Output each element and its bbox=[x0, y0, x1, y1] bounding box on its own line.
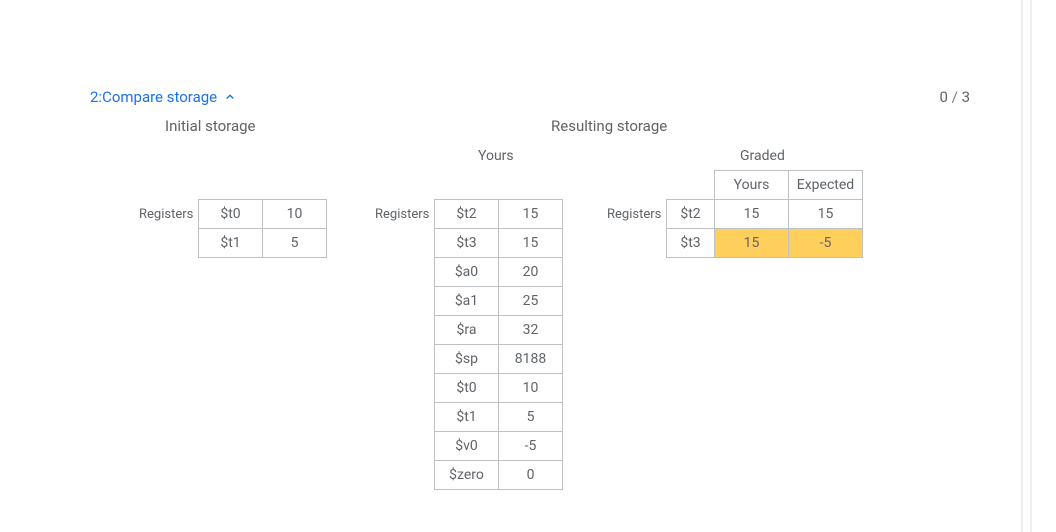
table-row: $t15 bbox=[199, 229, 327, 258]
register-name: $t3 bbox=[435, 229, 499, 258]
graded-registers-table: $t21515$t315-5 bbox=[666, 199, 863, 258]
table-row: $t315-5 bbox=[667, 229, 863, 258]
compare-storage-panel: 2:Compare storage 0 / 3 Initial storage … bbox=[0, 0, 1056, 532]
score-display: 0 / 3 bbox=[939, 88, 970, 106]
register-name: $a1 bbox=[435, 287, 499, 316]
table-row: $a020 bbox=[435, 258, 563, 287]
register-name: $t0 bbox=[199, 200, 263, 229]
register-expected: -5 bbox=[789, 229, 863, 258]
table-row: $sp8188 bbox=[435, 345, 563, 374]
table-row: $t15 bbox=[435, 403, 563, 432]
page-right-rule-1 bbox=[1021, 0, 1023, 532]
subheading-yours: Yours bbox=[478, 148, 514, 164]
register-value: 15 bbox=[499, 229, 563, 258]
register-value: 0 bbox=[499, 461, 563, 490]
register-value: 20 bbox=[499, 258, 563, 287]
register-value: 8188 bbox=[499, 345, 563, 374]
register-name: $t1 bbox=[435, 403, 499, 432]
register-name: $zero bbox=[435, 461, 499, 490]
score-earned: 0 bbox=[939, 88, 947, 106]
table-row: $a125 bbox=[435, 287, 563, 316]
label-registers-yours: Registers bbox=[375, 207, 429, 222]
heading-initial-storage: Initial storage bbox=[165, 117, 255, 135]
table-row: $t010 bbox=[435, 374, 563, 403]
register-name: $v0 bbox=[435, 432, 499, 461]
register-yours: 15 bbox=[715, 200, 789, 229]
register-name: $t0 bbox=[435, 374, 499, 403]
table-row: $zero0 bbox=[435, 461, 563, 490]
label-registers-graded: Registers bbox=[607, 207, 661, 222]
register-name: $sp bbox=[435, 345, 499, 374]
table-row: $ra32 bbox=[435, 316, 563, 345]
table-row: $t315 bbox=[435, 229, 563, 258]
initial-registers-table: $t010$t15 bbox=[198, 199, 327, 258]
register-name: $t1 bbox=[199, 229, 263, 258]
label-registers-initial: Registers bbox=[139, 207, 193, 222]
register-value: 25 bbox=[499, 287, 563, 316]
section-title: 2:Compare storage bbox=[90, 88, 217, 106]
score-total: 3 bbox=[962, 88, 970, 106]
chevron-up-icon bbox=[223, 90, 237, 104]
register-value: 32 bbox=[499, 316, 563, 345]
collapse-toggle[interactable]: 2:Compare storage bbox=[90, 88, 237, 106]
register-name: $ra bbox=[435, 316, 499, 345]
register-yours: 15 bbox=[715, 229, 789, 258]
yours-registers-table: $t215$t315$a020$a125$ra32$sp8188$t010$t1… bbox=[434, 199, 563, 490]
heading-resulting-storage: Resulting storage bbox=[551, 117, 667, 135]
table-row: $t010 bbox=[199, 200, 327, 229]
register-value: 5 bbox=[263, 229, 327, 258]
register-value: 10 bbox=[499, 374, 563, 403]
table-row: $t21515 bbox=[667, 200, 863, 229]
register-value: 10 bbox=[263, 200, 327, 229]
graded-col-yours: Yours bbox=[715, 171, 789, 200]
register-name: $t2 bbox=[435, 200, 499, 229]
register-name: $t2 bbox=[667, 200, 715, 229]
subheading-graded: Graded bbox=[740, 148, 785, 164]
register-value: 5 bbox=[499, 403, 563, 432]
register-value: 15 bbox=[499, 200, 563, 229]
graded-header-table: Yours Expected bbox=[714, 170, 863, 200]
graded-col-expected: Expected bbox=[789, 171, 863, 200]
table-row: $v0-5 bbox=[435, 432, 563, 461]
score-sep: / bbox=[948, 88, 962, 106]
register-name: $a0 bbox=[435, 258, 499, 287]
register-value: -5 bbox=[499, 432, 563, 461]
register-name: $t3 bbox=[667, 229, 715, 258]
page-right-rule-2 bbox=[1030, 0, 1032, 532]
table-row: $t215 bbox=[435, 200, 563, 229]
register-expected: 15 bbox=[789, 200, 863, 229]
